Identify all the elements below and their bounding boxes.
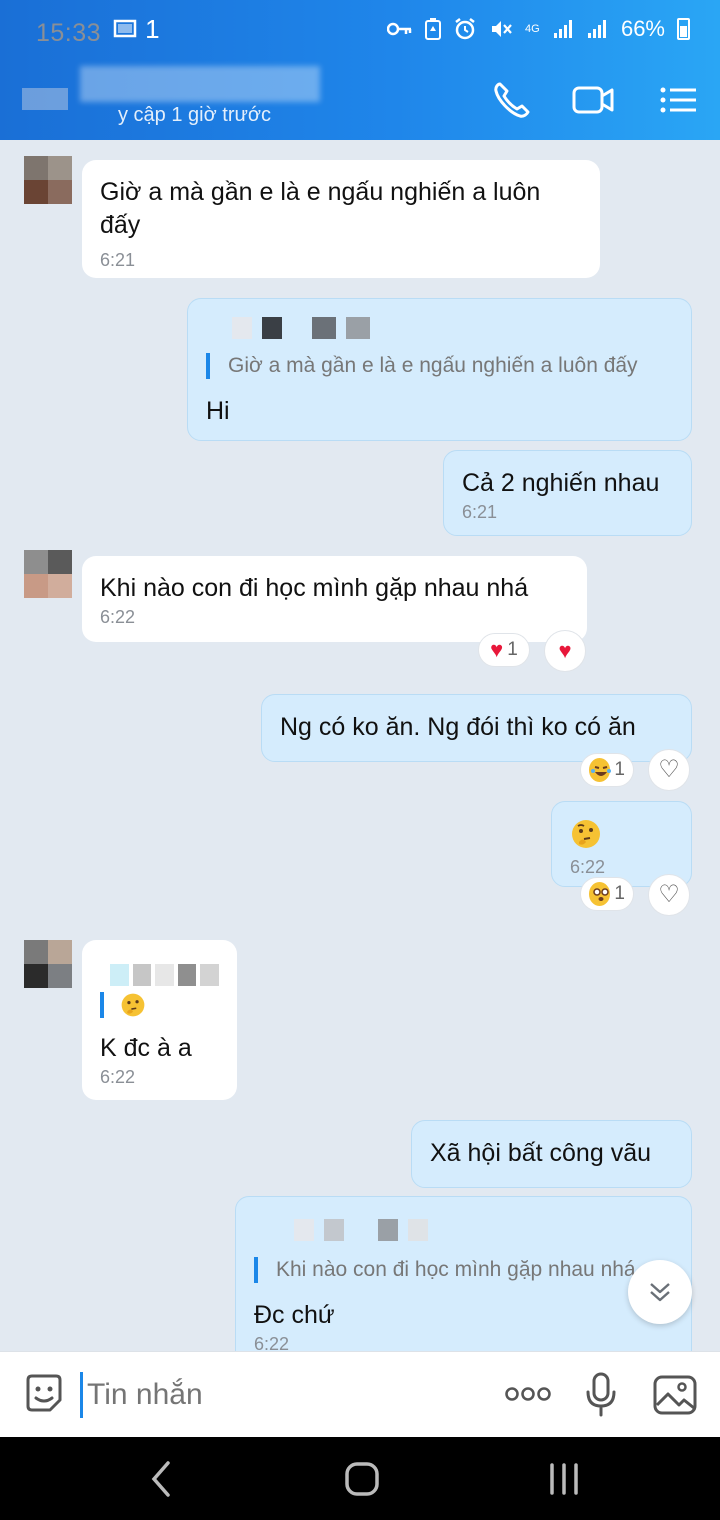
signal-icon (553, 20, 572, 38)
heart-outline-icon: ♡ (658, 756, 680, 783)
notification-count: 1 (145, 13, 160, 44)
like-react-button[interactable]: ♡ (648, 874, 690, 916)
back-nav-icon[interactable] (148, 1459, 174, 1499)
contact-name-blurred[interactable] (80, 66, 320, 102)
quoted-sender-blurred (232, 317, 673, 341)
video-call-icon[interactable] (570, 78, 616, 122)
like-react-button[interactable]: ♡ (648, 749, 690, 791)
message-time: 6:21 (100, 250, 136, 270)
recent-apps-nav-icon[interactable] (548, 1459, 580, 1499)
network-type: 4G (524, 22, 540, 35)
message-input[interactable] (80, 1372, 480, 1418)
quoted-sender-blurred (294, 1219, 673, 1243)
heart-react-button[interactable]: ♥ (544, 630, 586, 672)
message-time: 6:22 (254, 1334, 290, 1351)
sticker-emoji-icon[interactable] (22, 1372, 66, 1416)
message-text: Đc chứ (254, 1301, 335, 1329)
double-chevron-down-icon (650, 1283, 670, 1302)
home-nav-icon[interactable] (344, 1459, 380, 1499)
scroll-to-bottom-button[interactable] (628, 1260, 692, 1324)
message-time: 6:22 (100, 607, 136, 627)
menu-list-icon[interactable] (656, 78, 702, 122)
message-text: K đc à a (100, 1034, 192, 1062)
message-text: Xã hội bất công vãu (430, 1139, 651, 1167)
laughing-crying-emoji-icon (589, 758, 611, 782)
top-bar: 15:33 1 4G 66% y cập 1 giờ trước (0, 0, 720, 140)
notification-icon (113, 19, 137, 38)
last-seen-text: y cập 1 giờ trước (118, 104, 271, 126)
heart-outline-icon: ♡ (658, 881, 680, 908)
system-navigation-bar (0, 1437, 720, 1520)
message-bubble-incoming[interactable]: Giờ a mà gần e là e ngấu nghiến a luôn đ… (82, 160, 600, 278)
image-gallery-icon[interactable] (652, 1374, 698, 1416)
message-text: Cả 2 nghiến nhau (462, 469, 660, 497)
battery-percent: 66% (620, 16, 665, 41)
back-button-blurred[interactable] (22, 84, 70, 114)
more-options-icon[interactable] (504, 1384, 552, 1404)
reaction-summary[interactable]: ♥ 1 (478, 633, 530, 667)
quoted-sender-blurred (110, 964, 219, 988)
message-bubble-outgoing[interactable]: Cả 2 nghiến nhau 6:21 (443, 450, 692, 536)
microphone-icon[interactable] (584, 1372, 618, 1418)
key-icon (386, 22, 412, 36)
chat-area[interactable]: Giờ a mà gần e là e ngấu nghiến a luôn đ… (0, 140, 720, 1351)
mute-icon (491, 21, 512, 37)
reaction-count: 1 (614, 883, 625, 904)
message-time: 6:21 (462, 502, 498, 522)
thinking-face-emoji (572, 820, 600, 848)
message-time: 6:22 (570, 857, 606, 877)
message-bubble-outgoing[interactable]: Ng có ko ăn. Ng đói thì ko có ăn (261, 694, 692, 762)
avatar[interactable] (24, 156, 72, 204)
phone-call-icon[interactable] (490, 78, 536, 122)
reaction-count: 1 (507, 639, 518, 660)
reaction-summary[interactable]: 1 (580, 877, 634, 911)
avatar[interactable] (24, 940, 72, 988)
message-bubble-incoming[interactable]: Khi nào con đi học mình gặp nhau nhá 6:2… (82, 556, 587, 642)
message-text: Khi nào con đi học mình gặp nhau nhá (100, 574, 529, 602)
message-time: 6:22 (100, 1067, 136, 1087)
status-time: 15:33 (36, 18, 102, 47)
message-bubble-outgoing-reply[interactable]: Khi nào con đi học mình gặp nhau nhá Đc … (235, 1196, 692, 1351)
signal-icon-2 (587, 20, 606, 38)
heart-reaction-icon: ♥ (490, 637, 504, 662)
avatar[interactable] (24, 550, 72, 598)
quoted-message: Giờ a mà gần e là e ngấu nghiến a luôn đ… (206, 353, 673, 379)
battery-icon (677, 18, 690, 40)
message-text: Hi (206, 397, 230, 425)
reaction-summary[interactable]: 1 (580, 753, 634, 787)
battery-saver-icon (424, 18, 441, 40)
quoted-message: Khi nào con đi học mình gặp nhau nhá (254, 1257, 673, 1283)
thinking-face-emoji (121, 993, 145, 1017)
chat-header: y cập 1 giờ trước (0, 58, 720, 140)
status-bar: 15:33 1 4G 66% (0, 0, 720, 58)
message-text: Ng có ko ăn. Ng đói thì ko có ăn (280, 713, 636, 741)
message-bubble-outgoing-reply[interactable]: Giờ a mà gần e là e ngấu nghiến a luôn đ… (187, 298, 692, 441)
dizzy-face-emoji-icon (589, 882, 611, 906)
message-bubble-incoming-reply[interactable]: K đc à a 6:22 (82, 940, 237, 1100)
message-text: Giờ a mà gần e là e ngấu nghiến a luôn đ… (100, 178, 541, 239)
heart-icon: ♥ (558, 638, 572, 663)
reaction-count: 1 (614, 759, 625, 780)
message-input-bar (0, 1351, 720, 1437)
message-bubble-outgoing[interactable]: Xã hội bất công vãu (411, 1120, 692, 1188)
alarm-icon (455, 18, 475, 40)
quoted-emoji (100, 992, 219, 1018)
